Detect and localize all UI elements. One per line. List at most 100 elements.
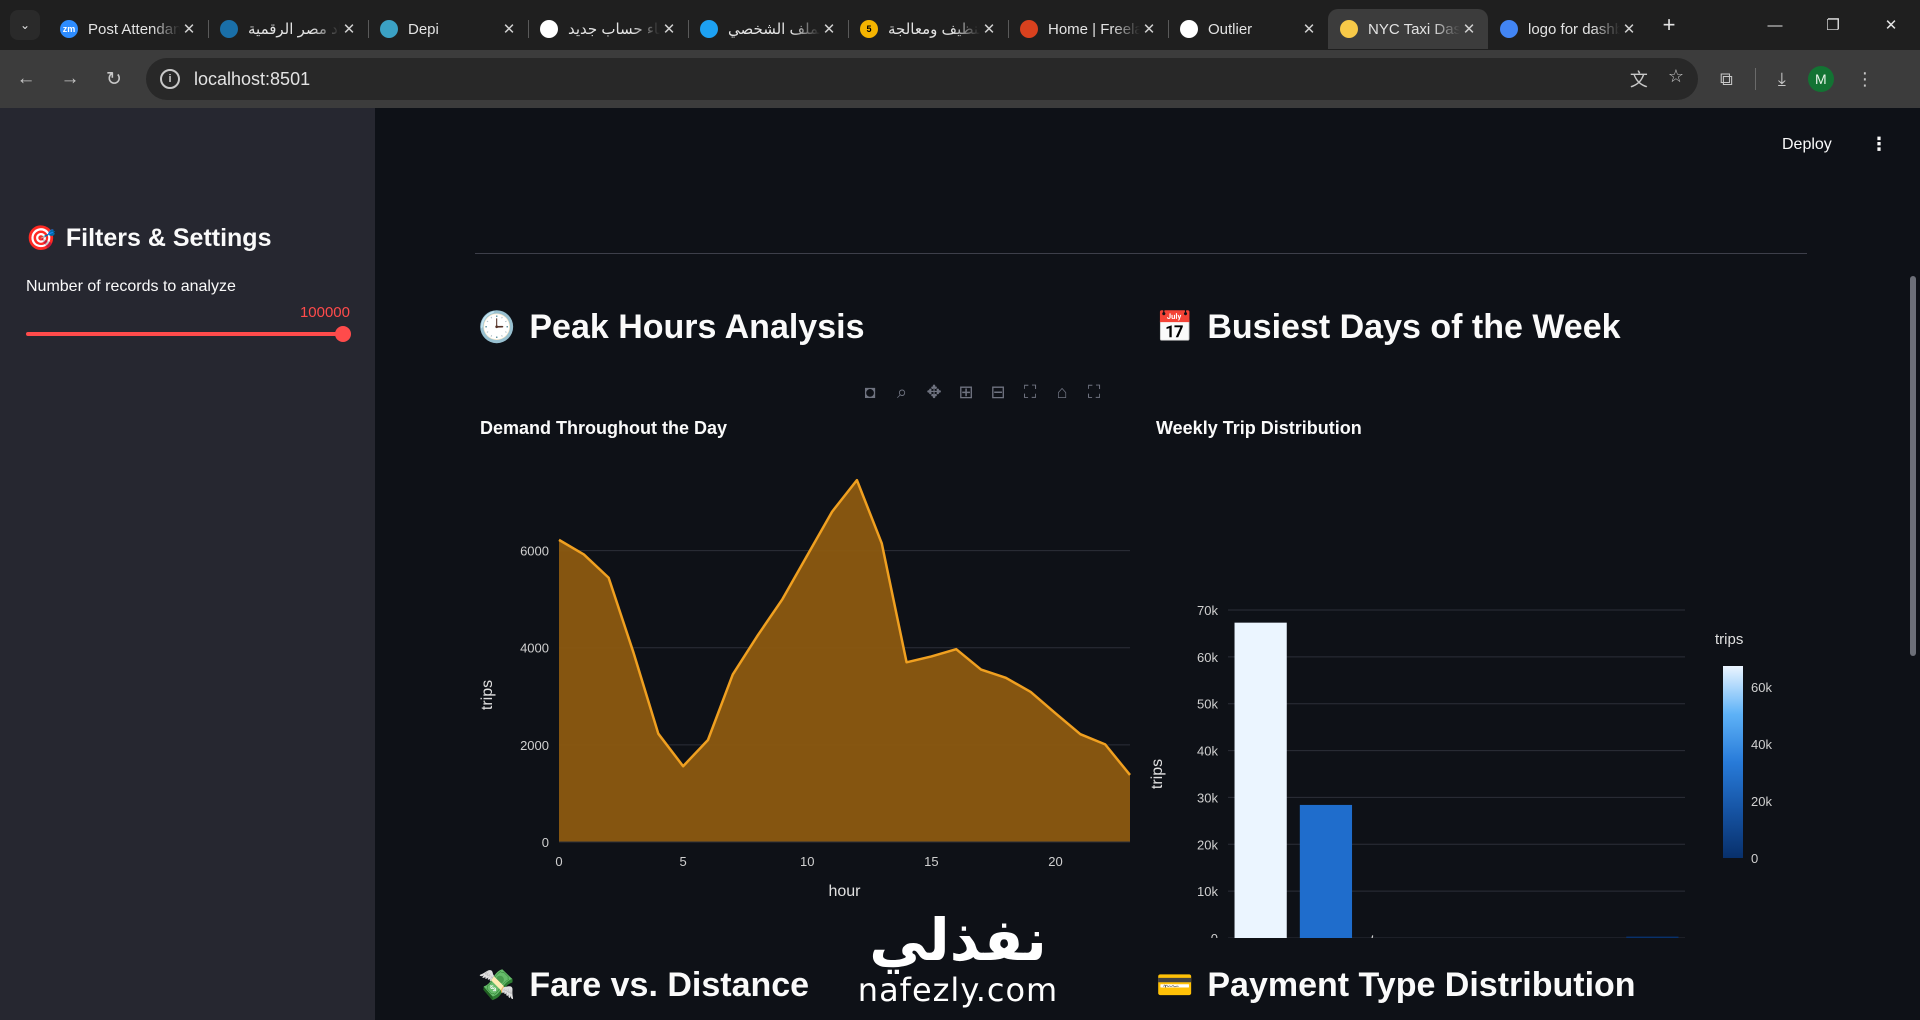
section-busiest-days: 📅 Busiest Days of the Week bbox=[1156, 308, 1621, 347]
sidebar-title: 🎯 Filters & Settings bbox=[26, 224, 271, 253]
y-tick-label: 6000 bbox=[520, 544, 549, 559]
favicon-icon bbox=[1500, 20, 1518, 38]
tab-strip: ⌄ zmPost Attendance✕مبادرة رواد مصر الرق… bbox=[0, 0, 1920, 50]
url-text[interactable]: localhost:8501 bbox=[194, 69, 310, 90]
x-tick-label: 10 bbox=[800, 854, 814, 869]
colorbar-tick-label: 40k bbox=[1751, 737, 1772, 752]
browser-tab[interactable]: الملف الشخصي ✕ bbox=[688, 9, 848, 49]
records-slider-thumb[interactable] bbox=[335, 326, 351, 342]
target-icon: 🎯 bbox=[26, 225, 56, 252]
zoom-out-icon[interactable]: ⊟ bbox=[988, 382, 1008, 403]
colorbar-title: trips bbox=[1715, 631, 1743, 648]
translate-icon[interactable]: ⽂ bbox=[1630, 66, 1648, 92]
close-icon: ✕ bbox=[1884, 17, 1898, 34]
browser-tab[interactable]: Home | Freelancer✕ bbox=[1008, 9, 1168, 49]
tab-title: تنظيف ومعالجة bbox=[888, 21, 980, 38]
y-tick-label: 70k bbox=[1197, 603, 1218, 618]
restore-button[interactable]: ❐ bbox=[1804, 0, 1862, 50]
bookmark-star-icon[interactable]: ☆ bbox=[1668, 66, 1684, 92]
browser-tab[interactable]: NYC Taxi Dashboard✕ bbox=[1328, 9, 1488, 49]
x-tick-label: 20 bbox=[1048, 854, 1062, 869]
slider-value: 100000 bbox=[299, 304, 350, 321]
plus-icon: + bbox=[1662, 12, 1676, 37]
zoom-in-icon[interactable]: ⊞ bbox=[956, 382, 976, 403]
demand-area-chart[interactable]: 0 2000 4000 6000 0 5 10 15 20 hour trips bbox=[470, 448, 1140, 918]
deploy-button[interactable]: Deploy bbox=[1782, 136, 1832, 154]
extensions-icon[interactable]: ⧉ bbox=[1720, 69, 1733, 90]
clock-icon: 🕒 bbox=[478, 311, 516, 344]
y-tick-label: 50k bbox=[1197, 697, 1218, 712]
tab-search-button[interactable]: ⌄ bbox=[10, 10, 40, 40]
minimize-button[interactable]: — bbox=[1746, 0, 1804, 50]
tab-close-icon[interactable]: ✕ bbox=[820, 20, 838, 38]
streamlit-app: 🎯 Filters & Settings Number of records t… bbox=[0, 108, 1920, 1020]
browser-tab[interactable]: zm Post Attendance✕ bbox=[48, 9, 208, 49]
tab-title: Post Attendance bbox=[88, 20, 180, 38]
tab-close-icon[interactable]: ✕ bbox=[1460, 20, 1478, 38]
profile-avatar[interactable]: M bbox=[1807, 66, 1834, 92]
address-bar[interactable]: i localhost:8501 ⽂ ☆ bbox=[146, 58, 1698, 100]
y-tick-label: 40k bbox=[1197, 744, 1218, 759]
browser-tab[interactable]: logo for dashboard✕ bbox=[1488, 9, 1648, 49]
section-fare-distance: 💸 Fare vs. Distance bbox=[478, 966, 809, 1005]
tab-close-icon[interactable]: ✕ bbox=[660, 20, 678, 38]
colorbar bbox=[1723, 666, 1743, 858]
y-tick-label: 0 bbox=[1211, 931, 1218, 938]
records-slider-track[interactable] bbox=[26, 332, 344, 336]
tab-close-icon[interactable]: ✕ bbox=[1620, 20, 1638, 38]
tab-close-icon[interactable]: ✕ bbox=[340, 20, 358, 38]
new-tab-button[interactable]: + bbox=[1654, 10, 1684, 40]
y-axis-title: trips bbox=[479, 680, 496, 710]
site-info-icon[interactable]: i bbox=[160, 69, 180, 89]
home-icon[interactable]: ⌂ bbox=[1052, 382, 1072, 403]
tab-title: Home | Freelancer bbox=[1048, 20, 1140, 38]
main-menu-button[interactable]: ⋮ bbox=[1870, 134, 1888, 155]
bar bbox=[1626, 936, 1679, 938]
tab-title: Outlier bbox=[1208, 20, 1253, 38]
sidebar-title-text: Filters & Settings bbox=[65, 224, 272, 252]
browser-tab[interactable]: مبادرة رواد مصر الرقمية✕ bbox=[208, 9, 368, 49]
favicon-icon bbox=[540, 20, 558, 38]
browser-tab[interactable]: Outlier ✕ bbox=[1168, 9, 1328, 49]
favicon-icon bbox=[1180, 20, 1198, 38]
credit-card-icon: 💳 bbox=[1156, 969, 1194, 1002]
download-icon[interactable]: ⤓ bbox=[1778, 69, 1786, 90]
browser-menu-icon[interactable]: ⋮ bbox=[1856, 69, 1874, 90]
chart-modebar: ◘ ⌕ ✥ ⊞ ⊟ ⛶ ⌂ ⛶ bbox=[860, 382, 1104, 403]
tab-close-icon[interactable]: ✕ bbox=[1140, 20, 1158, 38]
pan-icon[interactable]: ✥ bbox=[924, 382, 944, 403]
tab-close-icon[interactable]: ✕ bbox=[980, 20, 998, 38]
zoom-icon[interactable]: ⌕ bbox=[892, 382, 912, 403]
chevron-down-icon: ⌄ bbox=[19, 18, 31, 32]
autoscale-icon[interactable]: ⛶ bbox=[1020, 382, 1040, 403]
weekly-bar-chart[interactable]: 010k20k30k40k50k60k70kMondayTuesdayWedne… bbox=[1145, 448, 1795, 938]
favicon-icon bbox=[380, 20, 398, 38]
browser-tab[interactable]: 5 تنظيف ومعالجة ✕ bbox=[848, 9, 1008, 49]
x-tick-label: 0 bbox=[555, 854, 562, 869]
reload-button[interactable]: ↻ bbox=[96, 61, 132, 97]
forward-button[interactable]: → bbox=[52, 61, 88, 97]
tab-close-icon[interactable]: ✕ bbox=[1300, 20, 1318, 38]
chart-title-demand: Demand Throughout the Day bbox=[480, 418, 727, 438]
camera-icon[interactable]: ◘ bbox=[860, 382, 880, 403]
y-tick-label: 30k bbox=[1197, 790, 1218, 805]
fullscreen-icon[interactable]: ⛶ bbox=[1084, 382, 1104, 403]
y-tick-label: 0 bbox=[542, 835, 549, 850]
page-scrollbar[interactable] bbox=[1910, 276, 1916, 656]
y-tick-label: 4000 bbox=[520, 641, 549, 656]
colorbar-tick-label: 0 bbox=[1751, 851, 1758, 866]
back-button[interactable]: ← bbox=[8, 61, 44, 97]
close-window-button[interactable]: ✕ bbox=[1862, 0, 1920, 50]
browser-tab[interactable]: إنشاء حساب جديد✕ bbox=[528, 9, 688, 49]
watermark-url: nafezly.com bbox=[857, 971, 1059, 1009]
section-peak-hours: 🕒 Peak Hours Analysis bbox=[478, 308, 864, 347]
tab-close-icon[interactable]: ✕ bbox=[500, 20, 518, 38]
sidebar: 🎯 Filters & Settings Number of records t… bbox=[0, 108, 375, 1020]
tab-title: NYC Taxi Dashboard bbox=[1368, 20, 1460, 38]
tab-title: إنشاء حساب جديد bbox=[568, 21, 660, 38]
favicon-icon bbox=[1020, 20, 1038, 38]
x-tick-label: Wednesday bbox=[1366, 933, 1433, 938]
browser-tab[interactable]: Depi ✕ bbox=[368, 9, 528, 49]
x-tick-label: 5 bbox=[680, 854, 687, 869]
tab-close-icon[interactable]: ✕ bbox=[180, 20, 198, 38]
